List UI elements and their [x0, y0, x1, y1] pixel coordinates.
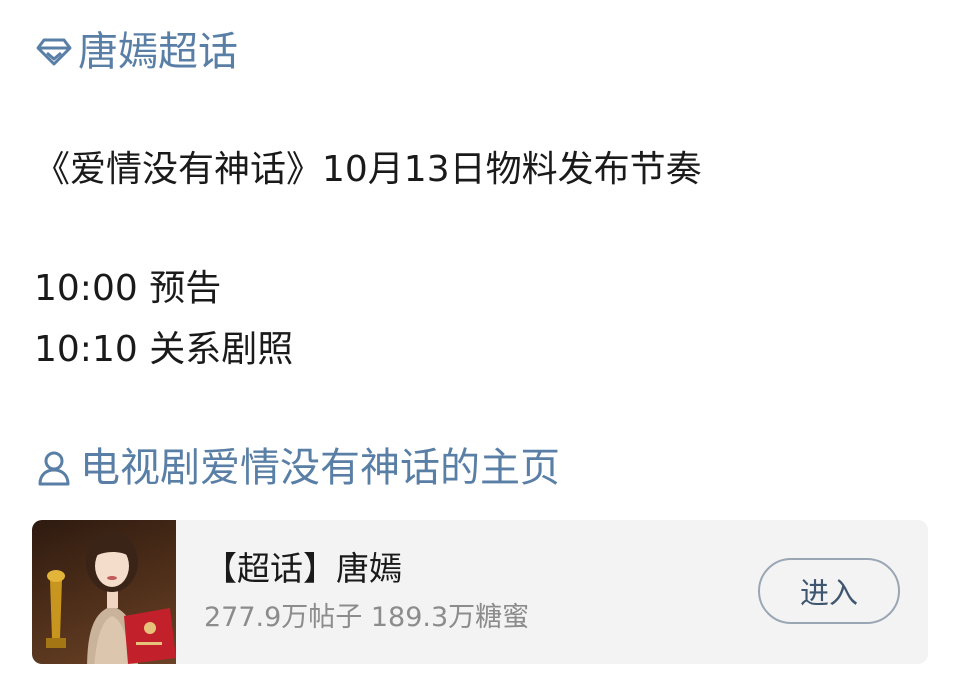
card-stats: 277.9万帖子 189.3万糖蜜	[204, 602, 530, 633]
weibo-post-page: 唐嫣超话 《爱情没有神话》10月13日物料发布节奏 10:00 预告 10:10…	[0, 0, 960, 678]
supertopic-link[interactable]: 唐嫣超话	[34, 22, 238, 82]
profile-link[interactable]: 电视剧爱情没有神话的主页	[34, 442, 560, 494]
person-icon	[34, 448, 74, 488]
supertopic-card[interactable]: 【超话】唐嫣 277.9万帖子 189.3万糖蜜 进入	[32, 520, 928, 664]
enter-button[interactable]: 进入	[758, 558, 900, 624]
supertopic-label: 唐嫣超话	[78, 29, 238, 75]
post-text-line: 《爱情没有神话》10月13日物料发布节奏	[34, 149, 702, 190]
post-text-line: 10:10 关系剧照	[34, 329, 294, 370]
profile-link-label: 电视剧爱情没有神话的主页	[80, 445, 560, 491]
card-title: 【超话】唐嫣	[204, 549, 402, 588]
post-text-line: 10:00 预告	[34, 268, 222, 309]
avatar-photo	[32, 520, 176, 664]
diamond-icon	[34, 32, 74, 72]
